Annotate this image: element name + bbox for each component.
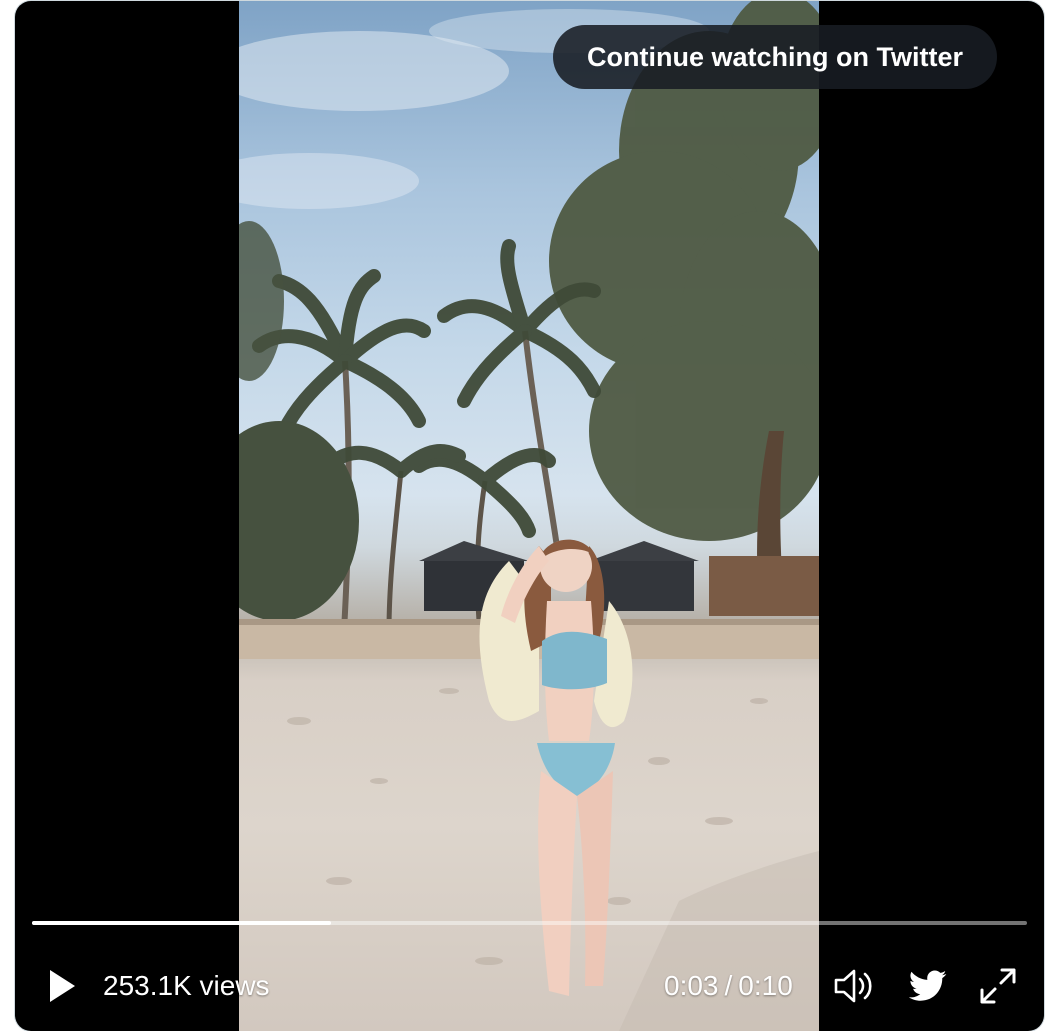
video-player[interactable]: Continue watching on Twitter 253.1K view… — [15, 1, 1044, 1031]
play-icon — [50, 970, 75, 1002]
time-display: 0:03/0:10 — [664, 969, 793, 1003]
current-time: 0:03 — [664, 970, 719, 1001]
video-scene — [239, 1, 819, 1031]
twitter-button[interactable] — [905, 963, 951, 1009]
time-separator: / — [724, 970, 733, 1001]
video-frame[interactable] — [239, 1, 819, 1031]
volume-button[interactable] — [831, 963, 877, 1009]
duration: 0:10 — [738, 970, 793, 1001]
progress-bar-fill — [32, 921, 331, 925]
fullscreen-icon — [980, 968, 1016, 1004]
view-count: 253.1K views — [103, 970, 270, 1001]
fullscreen-button[interactable] — [975, 963, 1021, 1009]
control-bar: 253.1K views 0:03/0:10 — [15, 951, 1044, 1021]
play-button[interactable] — [39, 963, 85, 1009]
continue-watching-button[interactable]: Continue watching on Twitter — [553, 25, 997, 89]
progress-bar[interactable] — [32, 921, 1027, 925]
twitter-bird-icon — [909, 970, 947, 1001]
volume-icon — [834, 969, 872, 1003]
